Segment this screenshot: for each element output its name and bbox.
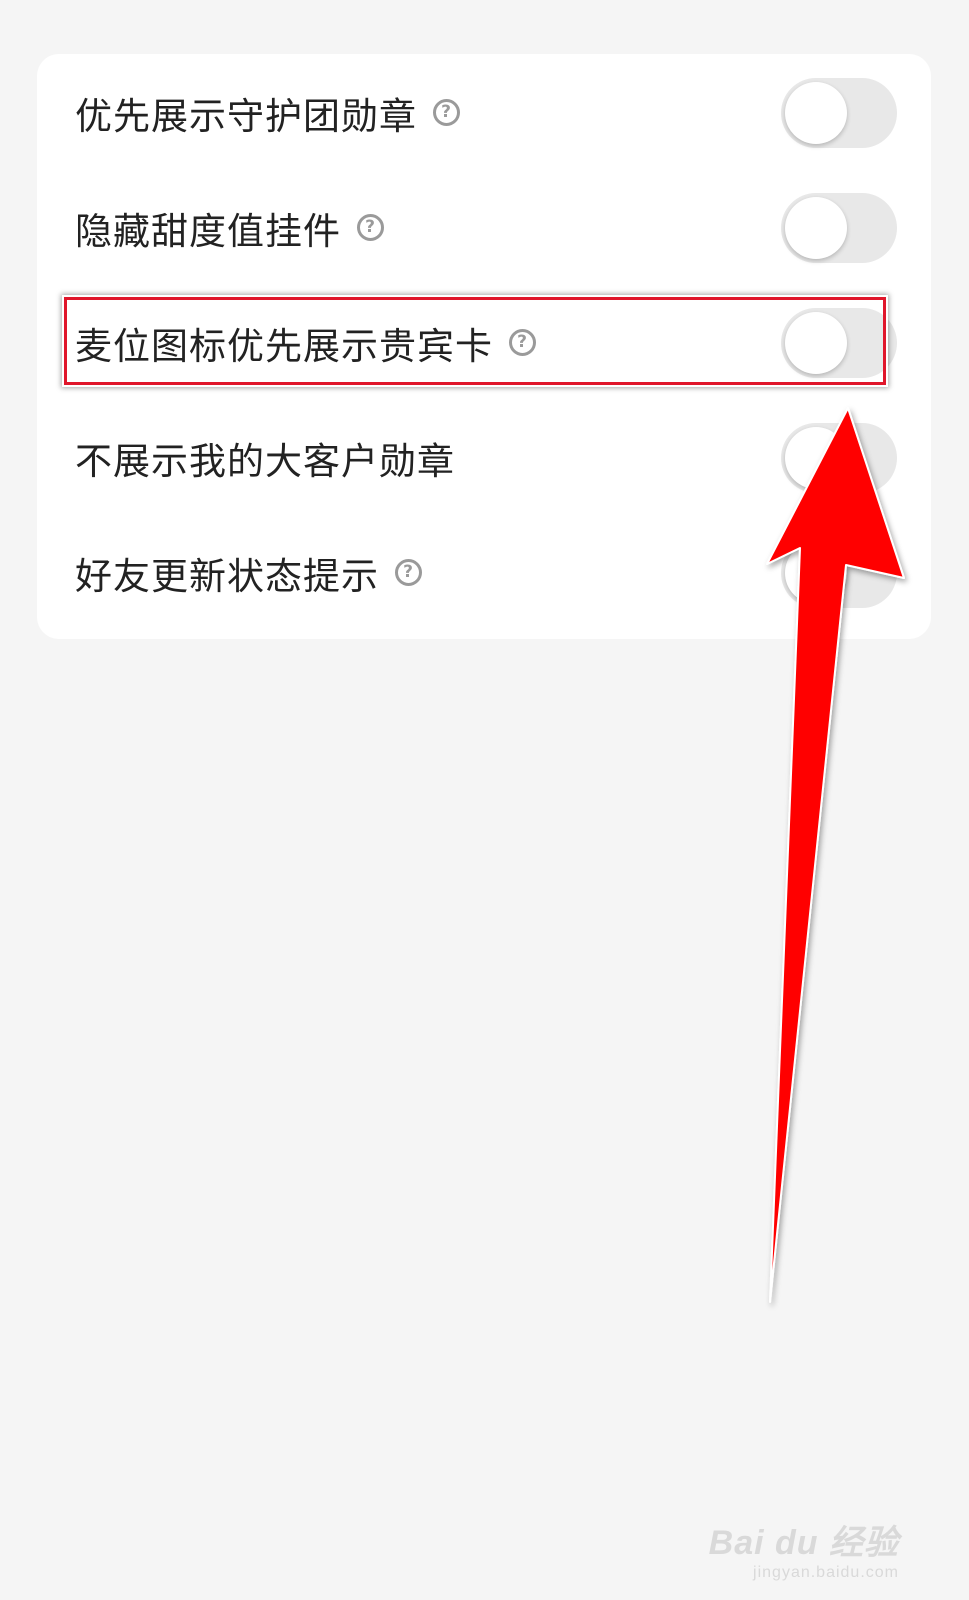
guard-badge-toggle[interactable] xyxy=(781,77,897,148)
toggle-knob xyxy=(785,311,847,374)
help-icon[interactable]: ? xyxy=(509,329,536,356)
setting-row-guard-badge: 优先展示守护团勋章 ? xyxy=(37,54,931,171)
toggle-knob xyxy=(785,196,847,259)
help-icon[interactable]: ? xyxy=(433,99,460,126)
setting-label: 不展示我的大客户勋章 xyxy=(75,439,455,483)
toggle-knob xyxy=(785,81,847,144)
toggle-knob xyxy=(785,541,847,604)
help-icon[interactable]: ? xyxy=(395,559,422,586)
help-icon[interactable]: ? xyxy=(357,214,384,241)
setting-label: 好友更新状态提示 xyxy=(75,554,379,598)
baidu-jingyan-watermark: Bai du 经验 jingyan.baidu.com xyxy=(709,1515,899,1582)
watermark-logo: Bai du 经验 xyxy=(708,1524,899,1562)
setting-row-hide-sweetness: 隐藏甜度值挂件 ? xyxy=(37,169,931,286)
vip-card-toggle[interactable] xyxy=(781,307,897,378)
big-customer-badge-toggle[interactable] xyxy=(781,422,897,493)
settings-card: 优先展示守护团勋章 ? 隐藏甜度值挂件 ? 麦位图标优先展示贵宾卡 ? 不展示我… xyxy=(37,54,931,639)
setting-row-big-customer-badge: 不展示我的大客户勋章 xyxy=(37,399,931,516)
watermark-url: jingyan.baidu.com xyxy=(753,1564,899,1581)
hide-sweetness-toggle[interactable] xyxy=(781,192,897,263)
setting-row-friend-status: 好友更新状态提示 ? xyxy=(37,514,931,631)
toggle-knob xyxy=(785,426,847,489)
setting-label: 隐藏甜度值挂件 xyxy=(75,209,341,253)
setting-label: 优先展示守护团勋章 xyxy=(75,94,417,138)
setting-row-vip-card: 麦位图标优先展示贵宾卡 ? xyxy=(37,284,931,401)
friend-status-toggle[interactable] xyxy=(781,537,897,608)
setting-label: 麦位图标优先展示贵宾卡 xyxy=(75,324,493,368)
